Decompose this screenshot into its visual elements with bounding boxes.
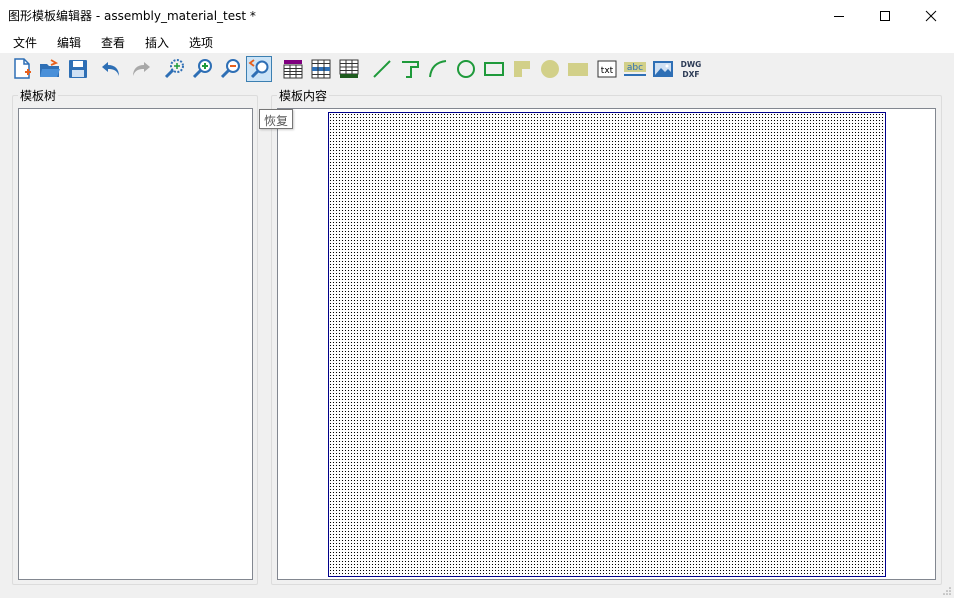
maximize-button[interactable] [862, 0, 908, 31]
table-icon-2 [311, 59, 331, 79]
arc-icon [429, 60, 447, 78]
restore-zoom-icon [248, 59, 269, 79]
close-button[interactable] [908, 0, 954, 31]
filled-circle-tool-button[interactable] [537, 56, 563, 82]
circle-tool-button[interactable] [453, 56, 479, 82]
zoom-fit-icon [164, 59, 184, 79]
new-file-icon [14, 58, 31, 79]
text-tool-button[interactable]: txt [594, 56, 620, 82]
rectangle-tool-button[interactable] [481, 56, 507, 82]
restore-zoom-button[interactable] [246, 56, 272, 82]
redo-icon [133, 62, 150, 76]
image-icon [653, 61, 673, 77]
dwg-label: DWG [681, 60, 702, 69]
menu-view[interactable]: 查看 [99, 34, 127, 51]
polyline-tool-button[interactable] [397, 56, 423, 82]
menu-edit[interactable]: 编辑 [55, 34, 83, 51]
zoom-out-icon [220, 59, 240, 79]
dwg-dxf-import-button[interactable]: DWG DXF [678, 56, 704, 82]
line-tool-button[interactable] [369, 56, 395, 82]
text-icon: txt [597, 60, 617, 78]
attribute-text-tool-button[interactable]: abc [622, 56, 648, 82]
save-button[interactable] [65, 56, 91, 82]
undo-icon [102, 62, 119, 76]
abc-label: abc [627, 63, 643, 73]
table-button[interactable] [280, 56, 306, 82]
arc-tool-button[interactable] [425, 56, 451, 82]
filled-polygon-tool-button[interactable] [509, 56, 535, 82]
open-file-icon [40, 59, 60, 77]
new-button[interactable] [9, 56, 35, 82]
circle-icon [457, 60, 475, 78]
save-icon [69, 60, 87, 78]
filled-rectangle-icon [568, 63, 588, 76]
zoom-fit-button[interactable] [162, 56, 188, 82]
txt-label: txt [601, 66, 614, 76]
image-tool-button[interactable] [650, 56, 676, 82]
tooltip: 恢复 [259, 109, 294, 129]
minimize-icon [834, 15, 844, 17]
close-icon [925, 10, 937, 21]
polyline-icon [402, 61, 419, 78]
zoom-out-button[interactable] [218, 56, 244, 82]
redo-button[interactable] [127, 56, 153, 82]
attribute-text-icon: abc [624, 62, 646, 76]
minimize-button[interactable] [816, 0, 862, 31]
window-title: 图形模板编辑器 - assembly_material_test * [8, 9, 256, 23]
drawing-page[interactable] [328, 112, 886, 577]
template-tree-label: 模板树 [18, 87, 59, 104]
template-content-label: 模板内容 [277, 87, 330, 104]
template-canvas[interactable] [277, 108, 936, 580]
maximize-icon [880, 10, 890, 21]
menu-file[interactable]: 文件 [11, 34, 39, 51]
dxf-label: DXF [682, 70, 699, 79]
table-icon-3 [339, 59, 359, 78]
filled-polygon-icon [514, 61, 530, 77]
zoom-in-button[interactable] [190, 56, 216, 82]
toolbar: txt abc DWG DXF [0, 53, 954, 85]
table-icon [283, 60, 303, 79]
application-window: 图形模板编辑器 - assembly_material_test * 文件 编辑… [0, 0, 954, 598]
rectangle-icon [484, 62, 504, 76]
template-tree[interactable] [18, 108, 253, 580]
table-button-3[interactable] [336, 56, 362, 82]
menu-options[interactable]: 选项 [187, 34, 215, 51]
table-button-2[interactable] [308, 56, 334, 82]
menu-bar: 文件 编辑 查看 插入 选项 [0, 31, 954, 53]
title-bar[interactable]: 图形模板编辑器 - assembly_material_test * [0, 0, 954, 31]
undo-button[interactable] [99, 56, 125, 82]
filled-circle-icon [541, 60, 559, 78]
filled-rectangle-tool-button[interactable] [565, 56, 591, 82]
zoom-in-icon [192, 59, 212, 79]
open-button[interactable] [37, 56, 63, 82]
dwg-dxf-icon: DWG DXF [681, 60, 702, 79]
line-icon [373, 60, 391, 78]
menu-insert[interactable]: 插入 [143, 34, 171, 51]
resize-grip-icon[interactable] [942, 586, 952, 596]
